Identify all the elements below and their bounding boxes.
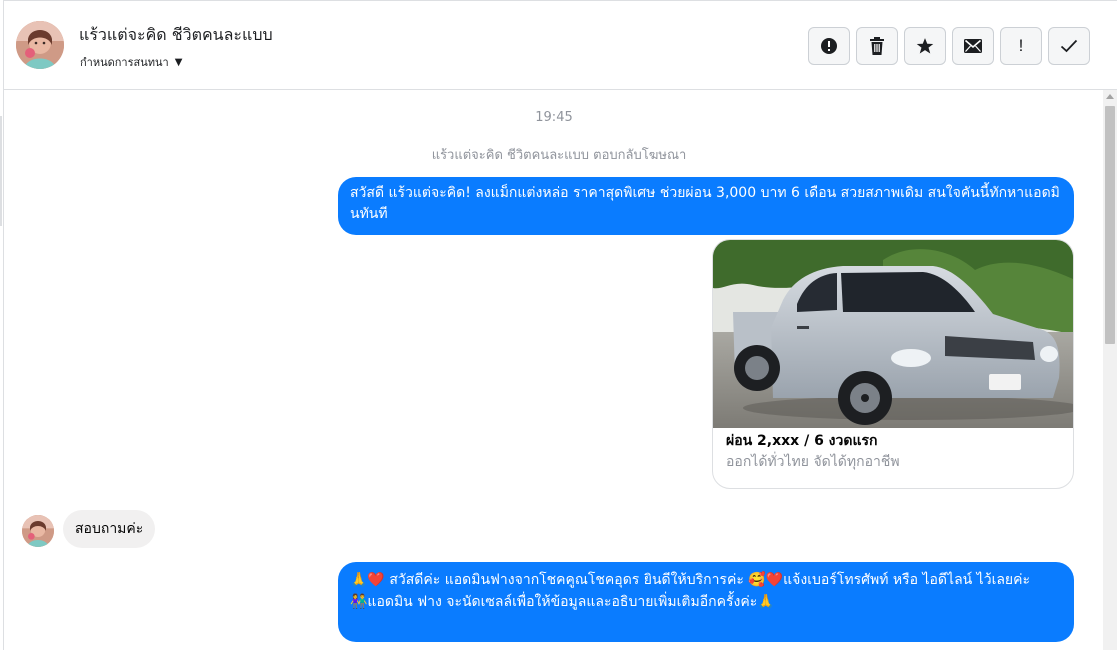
thread-scrollbar[interactable] [1103,90,1117,650]
alert-circle-icon [821,38,837,54]
mark-done-button[interactable] [1048,27,1090,65]
delete-button[interactable] [856,27,898,65]
ad-card-title: ผ่อน 2,xxx / 6 งวดแรก [726,433,878,449]
message-line: 👫แอดมิน ฟาง จะนัดเซลล์เพื่อให้ข้อมูลและอ… [350,594,775,610]
contact-avatar[interactable] [16,21,64,69]
message-thread[interactable]: 19:45 แร้วแต่จะคิด ชีวิตคนละแบบ ตอบกลับโ… [4,91,1104,650]
outgoing-message[interactable]: สวัสดี แร้วแต่จะคิด! ลงแม็กแต่งหล่อ ราคา… [338,177,1074,235]
incoming-message[interactable]: สอบถามค่ะ [63,510,156,548]
contact-name[interactable]: แร้วแต่จะคิด ชีวิตคนละแบบ [79,23,273,48]
message-timestamp: 19:45 [535,110,573,125]
conversation-settings-dropdown[interactable]: กำหนดการสนทนา ▼ [80,53,182,71]
scrollbar-thumb[interactable] [1105,106,1115,344]
left-panel-edge [0,116,2,226]
mark-unread-button[interactable] [952,27,994,65]
mail-icon [964,39,982,53]
star-icon [916,38,934,54]
check-icon [1060,39,1078,53]
avatar-photo [16,21,64,69]
follow-up-button[interactable]: ! [1000,27,1042,65]
conversation-header: แร้วแต่จะคิด ชีวิตคนละแบบ กำหนดการสนทนา … [4,1,1117,90]
avatar-photo [22,515,54,547]
ad-card-image [713,240,1073,428]
conversation-panel: แร้วแต่จะคิด ชีวิตคนละแบบ กำหนดการสนทนา … [3,0,1117,650]
caret-down-icon: ▼ [174,56,183,68]
scroll-up-arrow-icon[interactable] [1106,94,1114,99]
sender-avatar [22,515,54,547]
exclamation-icon: ! [1018,36,1024,55]
ad-card[interactable]: ผ่อน 2,xxx / 6 งวดแรก ออกได้ทั่วไทย จัดไ… [712,239,1074,489]
star-button[interactable] [904,27,946,65]
report-spam-button[interactable] [808,27,850,65]
outgoing-message[interactable]: 🙏❤️ สวัสดีค่ะ แอดมินฟางจากโชคคูณโชคอุดร … [338,562,1074,642]
message-line: 🙏❤️ สวัสดีค่ะ แอดมินฟางจากโชคคูณโชคอุดร … [350,572,1031,588]
ad-card-description: ออกได้ทั่วไทย จัดได้ทุกอาชีพ [726,454,900,470]
conversation-toolbar: ! [808,27,1090,65]
ad-reply-notice: แร้วแต่จะคิด ชีวิตคนละแบบ ตอบกลับโฆษณา [431,148,687,163]
trash-icon [870,37,884,55]
conversation-settings-label: กำหนดการสนทนา [80,56,169,69]
